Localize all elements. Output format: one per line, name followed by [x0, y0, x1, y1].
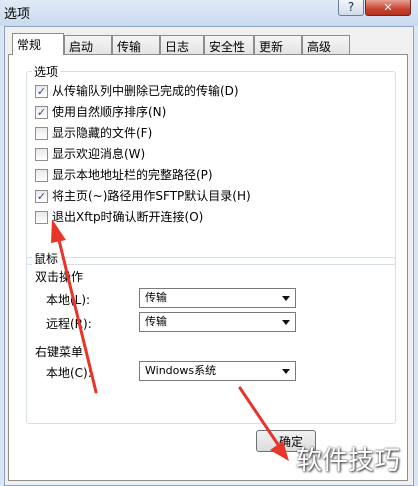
- annotation-arrows: [51, 219, 289, 461]
- watermark-text: 软件技巧: [296, 446, 401, 476]
- tab-label: 常规: [17, 38, 42, 52]
- annotation-arrow-ok: [238, 386, 289, 461]
- annotation-arrow-checkbox: [51, 219, 98, 394]
- tab-general[interactable]: 常规: [12, 33, 64, 55]
